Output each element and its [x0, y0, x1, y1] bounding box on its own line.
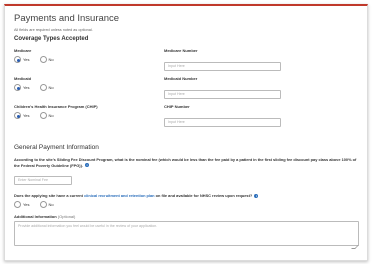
medicaid-yes-radio[interactable]: Yes [14, 84, 30, 91]
additional-info-textarea[interactable] [14, 220, 359, 246]
radio-selected-icon [14, 56, 21, 63]
retention-plan-radio-group: Yes No [14, 200, 358, 209]
retention-plan-link[interactable]: clinical recruitment and retention plan [84, 193, 154, 198]
chip-number-label: CHIP Number [164, 104, 190, 109]
medicaid-radio-group: Yes No [14, 83, 64, 92]
page-title: Payments and Insurance [14, 13, 120, 24]
chip-field: Children's Health Insurance Program (CHI… [14, 104, 98, 120]
info-icon[interactable]: i [85, 163, 90, 168]
medicare-yes-radio[interactable]: Yes [14, 56, 30, 63]
medicare-number-label: Medicare Number [164, 48, 198, 53]
retention-plan-no-radio[interactable]: No [39, 200, 54, 208]
medicare-no-label: No [48, 57, 54, 62]
medicaid-yes-label: Yes [23, 85, 30, 90]
coverage-heading: Coverage Types Accepted [14, 36, 89, 42]
chip-yes-label: Yes [23, 113, 30, 118]
coverage-grid: Medicare Yes No Medicare Number Medicaid [14, 48, 358, 132]
medicaid-no-radio[interactable]: No [39, 84, 54, 91]
medicaid-number-field: Medicaid Number [164, 76, 281, 100]
medicare-field: Medicare Yes No [14, 48, 64, 64]
nominal-fee-input[interactable] [14, 175, 72, 185]
radio-empty-icon [39, 56, 47, 63]
radio-empty-icon [39, 200, 47, 208]
radio-empty-icon [39, 84, 47, 91]
info-icon[interactable]: i [254, 193, 259, 198]
medicaid-field: Medicaid Yes No [14, 76, 64, 92]
nominal-fee-question-text: According to the site's Sliding Fee Disc… [14, 157, 357, 168]
medicare-radio-group: Yes No [14, 55, 64, 64]
retention-plan-yes-radio[interactable]: Yes [14, 200, 30, 208]
general-payment-section: General Payment Information According to… [14, 144, 359, 251]
nominal-fee-question: According to the site's Sliding Fee Disc… [14, 157, 359, 168]
medicaid-number-input[interactable] [164, 89, 281, 99]
required-note: All fields are required unless noted as … [14, 28, 93, 32]
chip-no-radio[interactable]: No [39, 112, 54, 119]
additional-info-label: Additional Information (Optional) [14, 214, 358, 220]
payments-insurance-panel: Payments and Insurance All fields are re… [4, 4, 368, 261]
retention-plan-question: Does the applying site have a current cl… [14, 193, 358, 199]
additional-info-title: Additional Information [14, 213, 57, 219]
medicare-no-radio[interactable]: No [39, 56, 54, 63]
medicaid-no-label: No [48, 85, 54, 90]
chip-yes-radio[interactable]: Yes [14, 112, 30, 119]
radio-empty-icon [39, 112, 47, 119]
radio-empty-icon [14, 200, 21, 208]
chip-number-input[interactable] [164, 117, 281, 127]
medicare-yes-label: Yes [23, 57, 30, 62]
retention-plan-yes-label: Yes [23, 201, 30, 207]
optional-tag: (Optional) [57, 213, 76, 219]
chip-no-label: No [48, 113, 54, 118]
medicaid-number-label: Medicaid Number [164, 76, 198, 81]
retention-plan-no-label: No [48, 201, 54, 207]
chip-number-field: CHIP Number [164, 104, 281, 128]
radio-selected-icon [14, 84, 21, 91]
medicare-label: Medicare [14, 48, 32, 53]
retention-plan-question-end: on file and available for NHSC review up… [154, 193, 253, 198]
chip-radio-group: Yes No [14, 111, 98, 120]
medicaid-label: Medicaid [14, 76, 32, 81]
retention-plan-question-start: Does the applying site have a current [14, 193, 85, 198]
general-payment-heading: General Payment Information [14, 144, 99, 151]
medicare-number-field: Medicare Number [164, 48, 281, 72]
radio-selected-icon [14, 112, 21, 119]
chip-label: Children's Health Insurance Program (CHI… [14, 104, 98, 109]
medicare-number-input[interactable] [164, 61, 281, 71]
